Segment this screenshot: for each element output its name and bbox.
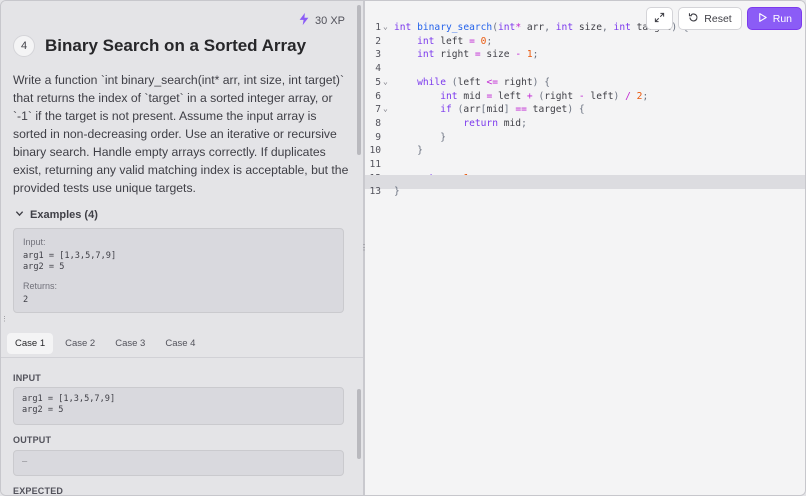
run-button[interactable]: Run	[746, 7, 802, 30]
testcase-input-box: arg1 = [1,3,5,7,9] arg2 = 5	[13, 387, 344, 425]
examples-toggle[interactable]: Examples (4)	[15, 209, 98, 221]
code-line[interactable]: 12 return -1;	[365, 162, 805, 184]
code-line[interactable]: 10 }	[365, 134, 805, 156]
app-window: 30 XP 4 Binary Search on a Sorted Array …	[0, 0, 806, 496]
example-returns-value: 2	[23, 295, 29, 305]
problem-scrollbar[interactable]	[357, 5, 361, 155]
question-description: Write a function `int binary_search(int*…	[13, 73, 349, 195]
example-input-label: Input:	[23, 237, 46, 247]
question-header: 4 Binary Search on a Sorted Array	[13, 35, 306, 57]
code-line[interactable]: 5 ⌄ while (left <= right) {	[365, 66, 805, 88]
xp-value: 30 XP	[315, 14, 345, 27]
testcase-input-label: INPUT	[13, 373, 41, 383]
lightning-icon	[297, 12, 311, 29]
run-label: Run	[772, 12, 792, 25]
code-editor[interactable]: 1 ⌄ int binary_search(int* arr, int size, …	[365, 1, 805, 495]
question-title: Binary Search on a Sorted Array	[45, 36, 307, 55]
example-returns-label: Returns:	[23, 281, 58, 291]
question-number: 4	[13, 35, 35, 57]
reset-button[interactable]: Reset	[678, 7, 742, 30]
example-card: Input: arg1 = [1,3,5,7,9] arg2 = 5 Retur…	[13, 228, 344, 313]
testcase-output-label: OUTPUT	[13, 435, 52, 445]
testcase-arg1: arg1 = [1,3,5,7,9]	[22, 394, 116, 404]
expand-button[interactable]	[646, 7, 674, 30]
code-line[interactable]: 11	[365, 148, 805, 170]
testcase-tabs: Case 1 Case 2 Case 3 Case 4	[7, 333, 203, 354]
line-number: 13	[369, 186, 381, 198]
xp-badge: 30 XP	[297, 12, 345, 29]
testcase-output-value: –	[22, 457, 28, 467]
tab-case-1[interactable]: Case 1	[7, 333, 54, 354]
code-line[interactable]: 8 return mid;	[365, 107, 805, 129]
code-line[interactable]: 7 ⌄ if (arr[mid] == target) {	[365, 93, 805, 115]
code-line[interactable]: 9 }	[365, 121, 805, 143]
play-icon	[757, 12, 768, 26]
reset-label: Reset	[704, 12, 732, 25]
testcase-scrollbar[interactable]	[357, 389, 361, 459]
example-arg1: arg1 = [1,3,5,7,9]	[23, 251, 117, 261]
code-line[interactable]: 4	[365, 52, 805, 74]
chevron-down-icon	[15, 209, 24, 221]
vertical-resize-handle[interactable]: ⋮	[1, 315, 8, 327]
tabs-divider	[1, 357, 363, 358]
code-line[interactable]: 3 int right = size - 1;	[365, 38, 805, 60]
problem-panel: 30 XP 4 Binary Search on a Sorted Array …	[1, 1, 363, 496]
code-line-active[interactable]: 13}	[365, 175, 805, 197]
code-text: }	[394, 186, 400, 198]
testcase-expected-label: EXPECTED	[13, 486, 64, 496]
expand-icon	[654, 12, 665, 26]
tab-case-2[interactable]: Case 2	[57, 333, 103, 354]
examples-toggle-label: Examples (4)	[30, 209, 98, 221]
tab-case-3[interactable]: Case 3	[107, 333, 153, 354]
reset-icon	[688, 12, 699, 26]
example-arg2: arg2 = 5	[23, 262, 65, 272]
tab-case-4[interactable]: Case 4	[157, 333, 203, 354]
testcase-output-box: –	[13, 450, 344, 476]
testcase-arg2: arg2 = 5	[22, 405, 64, 415]
editor-toolbar: Reset Run	[646, 7, 802, 30]
code-line[interactable]: 6 int mid = left + (right - left) / 2;	[365, 80, 805, 102]
